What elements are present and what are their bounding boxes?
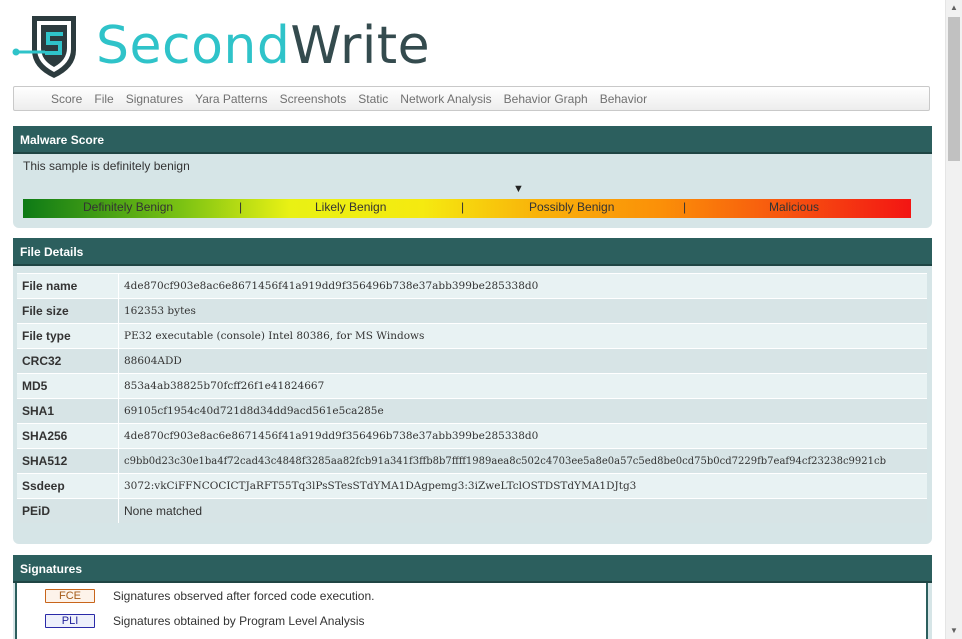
- file-details-panel: File Details File name 4de870cf903e8ac6e8…: [13, 238, 932, 544]
- detail-key: File name: [17, 273, 119, 299]
- level-separator: |: [239, 200, 243, 214]
- nav-yara-patterns[interactable]: Yara Patterns: [195, 92, 277, 106]
- nav-score[interactable]: Score: [51, 92, 92, 106]
- table-row: SHA512 c9bb0d23c30e1ba4f72cad43c4848f3285…: [17, 448, 927, 474]
- legend-desc: Signatures observed after forced code ex…: [113, 589, 375, 603]
- detail-value: 853a4ab38825b70fcff26f1e41824667: [118, 373, 927, 399]
- detail-value: PE32 executable (console) Intel 80386, f…: [118, 323, 927, 349]
- nav-screenshots[interactable]: Screenshots: [280, 92, 357, 106]
- fce-badge: FCE: [45, 589, 95, 603]
- table-row: Ssdeep 3072:vkCiFFNCOCICTJaRFT55Tq3lPsSTe…: [17, 473, 927, 499]
- table-row: File size 162353 bytes: [17, 298, 927, 324]
- file-details-table: File name 4de870cf903e8ac6e8671456f41a919…: [17, 273, 927, 523]
- signatures-panel: Signatures FCE Signatures observed after…: [13, 555, 932, 639]
- malware-score-summary: This sample is definitely benign: [23, 159, 190, 173]
- signatures-title: Signatures: [13, 555, 932, 583]
- detail-value: 69105cf1954c40d721d8d34dd9acd561e5ca285e: [118, 398, 927, 424]
- nav-static[interactable]: Static: [358, 92, 398, 106]
- section-nav: Score File Signatures Yara Patterns Scre…: [13, 86, 930, 111]
- detail-value: 3072:vkCiFFNCOCICTJaRFT55Tq3lPsSTesSTdYM…: [118, 473, 927, 499]
- pli-badge: PLI: [45, 614, 95, 628]
- detail-key: MD5: [17, 373, 119, 399]
- detail-key: File size: [17, 298, 119, 324]
- scrollbar-thumb[interactable]: [948, 17, 960, 161]
- level-malicious: Malicious: [769, 200, 820, 214]
- table-row: File name 4de870cf903e8ac6e8671456f41a919…: [17, 273, 927, 299]
- scroll-up-arrow-icon[interactable]: ▲: [946, 0, 962, 16]
- detail-value: 88604ADD: [118, 348, 927, 374]
- logo-wordmark: SecondWrite: [96, 14, 430, 78]
- malware-score-title: Malware Score: [13, 126, 932, 154]
- table-row: SHA256 4de870cf903e8ac6e8671456f41a919dd9…: [17, 423, 927, 449]
- level-possibly-benign: Possibly Benign: [529, 200, 615, 214]
- logo-wordmark-second: Second: [96, 16, 291, 76]
- table-row: PEiD None matched: [17, 498, 927, 523]
- detail-value: c9bb0d23c30e1ba4f72cad43c4848f3285aa82fc…: [118, 448, 927, 474]
- table-row: MD5 853a4ab38825b70fcff26f1e41824667: [17, 373, 927, 399]
- detail-key: PEiD: [17, 498, 119, 523]
- malware-score-panel: Malware Score This sample is definitely …: [13, 126, 932, 228]
- detail-value: None matched: [118, 498, 927, 523]
- logo-wordmark-write: Write: [290, 16, 431, 76]
- scroll-down-arrow-icon[interactable]: ▼: [946, 623, 962, 639]
- nav-behavior-graph[interactable]: Behavior Graph: [504, 92, 598, 106]
- secondwrite-logo[interactable]: SecondWrite: [12, 12, 472, 80]
- nav-signatures[interactable]: Signatures: [126, 92, 193, 106]
- page: SecondWrite Score File Signatures Yara P…: [0, 0, 945, 639]
- table-row: SHA1 69105cf1954c40d721d8d34dd9acd561e5ca…: [17, 398, 927, 424]
- detail-key: SHA256: [17, 423, 119, 449]
- detail-value: 4de870cf903e8ac6e8671456f41a919dd9f35649…: [118, 423, 927, 449]
- legend-desc: Signatures obtained by Program Level Ana…: [113, 614, 365, 628]
- detail-key: CRC32: [17, 348, 119, 374]
- level-definitely-benign: Definitely Benign: [83, 200, 174, 214]
- detail-value: 162353 bytes: [118, 298, 927, 324]
- nav-file[interactable]: File: [94, 92, 123, 106]
- detail-key: Ssdeep: [17, 473, 119, 499]
- nav-behavior[interactable]: Behavior: [600, 92, 657, 106]
- detail-value: 4de870cf903e8ac6e8671456f41a919dd9f35649…: [118, 273, 927, 299]
- shield-logo-icon: [12, 16, 76, 78]
- signatures-legend: FCE Signatures observed after forced cod…: [15, 583, 928, 639]
- score-gradient-bar: Definitely Benign | Likely Benign | Poss…: [23, 199, 911, 218]
- vertical-scrollbar[interactable]: ▲ ▼: [945, 0, 962, 639]
- nav-network-analysis[interactable]: Network Analysis: [400, 92, 501, 106]
- table-row: CRC32 88604ADD: [17, 348, 927, 374]
- detail-key: SHA512: [17, 448, 119, 474]
- score-marker-icon: ▼: [513, 183, 524, 195]
- file-details-title: File Details: [13, 238, 932, 266]
- level-separator: |: [683, 200, 687, 214]
- table-row: File type PE32 executable (console) Intel…: [17, 323, 927, 349]
- legend-item-fce: FCE Signatures observed after forced cod…: [45, 588, 375, 604]
- level-separator: |: [461, 200, 465, 214]
- detail-key: File type: [17, 323, 119, 349]
- level-likely-benign: Likely Benign: [315, 200, 387, 214]
- detail-key: SHA1: [17, 398, 119, 424]
- legend-item-pli: PLI Signatures obtained by Program Level…: [45, 613, 364, 629]
